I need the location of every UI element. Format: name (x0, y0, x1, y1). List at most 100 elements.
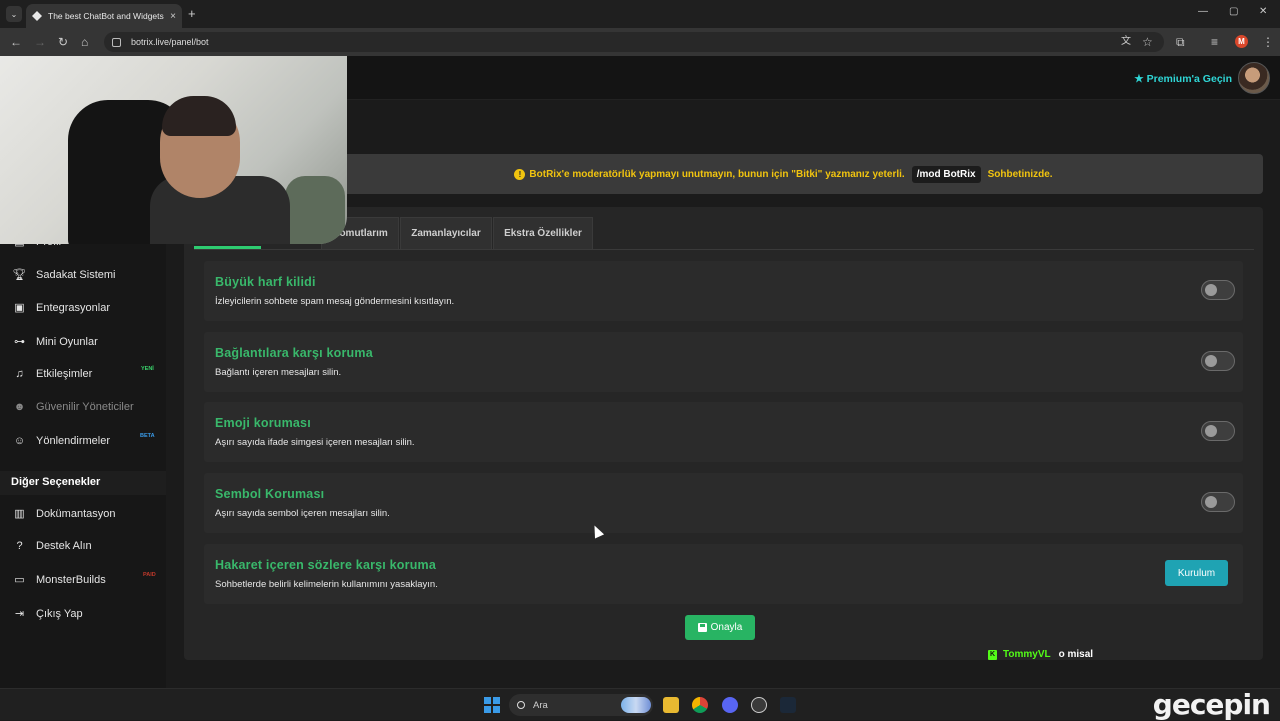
image-icon: ▣ (14, 302, 25, 314)
reading-list-icon[interactable]: ≡ (1211, 35, 1218, 49)
search-highlight-art (621, 697, 651, 713)
sidebar-item-label: Mini Oyunlar (36, 335, 98, 348)
other-options-heading: Diğer Seçenekler (0, 471, 166, 495)
reload-icon[interactable]: ↻ (58, 35, 68, 49)
sidebar-item-trusted-managers[interactable]: ☻ Güvenilir Yöneticiler (12, 401, 134, 413)
star-icon: ★ (1134, 73, 1144, 85)
sidebar-item-label: Sadakat Sistemi (36, 268, 116, 281)
alert-text: BotRix'e moderatörlük yapmayı unutmayın,… (529, 168, 905, 180)
toggle-knob (1205, 284, 1217, 296)
back-arrow-icon[interactable]: ← (10, 35, 22, 49)
file-explorer-icon[interactable] (663, 697, 679, 713)
address-toolbar: ← → ↻ ⌂ botrix.live/panel/bot 文 ☆ ⧉ ≡ ⋮ (0, 28, 1280, 56)
sidebar-item-logout[interactable]: ⇥ Çıkış Yap (12, 607, 83, 621)
link-protection-toggle[interactable] (1201, 351, 1235, 371)
search-label: Ara (533, 699, 548, 711)
minimize-button[interactable]: — (1198, 6, 1208, 17)
sidebar-item-label: Destek Alın (36, 540, 92, 552)
save-disk-icon (697, 623, 707, 632)
user-avatar[interactable] (1238, 62, 1270, 94)
taskbar-search[interactable]: Ara (509, 694, 653, 716)
sidebar-item-label: Güvenilir Yöneticiler (36, 401, 134, 413)
toggle-knob (1205, 355, 1217, 367)
sidebar-item-loyalty[interactable]: 🏆︎ Sadakat Sistemi (12, 268, 116, 282)
webcam-overlay (0, 56, 347, 244)
sidebar-item-label: Yönlendirmeler (36, 435, 110, 447)
card-description: Aşırı sayıda ifade simgesi içeren mesajl… (215, 437, 415, 448)
kick-logo-icon: K (988, 649, 997, 660)
approve-label: Onayla (710, 622, 743, 633)
sidebar-item-docs[interactable]: ▥ Dokümantasyon (12, 507, 115, 521)
question-icon: ? (16, 540, 23, 552)
book-icon: ▥ (14, 508, 25, 520)
tab-extra-features[interactable]: Ekstra Özellikler (493, 217, 593, 249)
tab-title: The best ChatBot and Widgets (48, 11, 164, 21)
sidebar-item-label: Etkileşimler (36, 368, 93, 380)
card-description: Aşırı sayıda sembol içeren mesajları sil… (215, 508, 390, 519)
channel-watermark: gecepin (1152, 688, 1271, 721)
profanity-protection-card: Hakaret içeren sözlere karşı koruma Sohb… (204, 544, 1243, 604)
close-window-button[interactable]: ✕ (1259, 6, 1267, 17)
windows-taskbar: Ara (0, 688, 1280, 720)
browser-profile-avatar[interactable]: M (1235, 35, 1248, 48)
paid-badge: PAID (143, 572, 156, 578)
maximize-button[interactable]: ▢ (1229, 6, 1238, 17)
premium-label: Premium'a Geçin (1146, 73, 1232, 85)
premium-link[interactable]: ★ Premium'a Geçin (1134, 73, 1232, 85)
sidebar-item-mini-games[interactable]: ⊶ Mini Oyunlar (12, 335, 98, 349)
caps-lock-toggle[interactable] (1201, 280, 1235, 300)
menu-dots-icon[interactable]: ⋮ (1262, 35, 1274, 49)
sidebar-item-support[interactable]: ? Destek Alın (12, 540, 92, 552)
home-icon[interactable]: ⌂ (81, 35, 88, 49)
sidebar-item-monsterbuilds[interactable]: ▭ MonsterBuilds (12, 573, 106, 587)
toggle-knob (1205, 425, 1217, 437)
sidebar-item-integrations[interactable]: ▣ Entegrasyonlar (12, 301, 110, 315)
symbol-protection-toggle[interactable] (1201, 492, 1235, 512)
new-badge: YENİ (141, 366, 154, 372)
sidebar-item-interactions[interactable]: ♫ Etkileşimler (12, 368, 92, 380)
sidebar-item-label: MonsterBuilds (36, 573, 106, 586)
new-tab-button[interactable]: + (188, 6, 196, 21)
streamer-hair (162, 96, 236, 136)
emoji-protection-card: Emoji koruması Aşırı sayıda ifade simges… (204, 402, 1243, 462)
card-description: İzleyicilerin sohbete spam mesaj gönderm… (215, 296, 455, 307)
chrome-icon[interactable] (692, 697, 708, 713)
chat-username: TommyVL (1003, 649, 1051, 660)
discord-icon[interactable] (722, 697, 738, 713)
card-description: Sohbetlerde belirli kelimelerin kullanım… (215, 579, 438, 590)
steam-icon[interactable] (780, 697, 796, 713)
chat-message: o misal (1058, 649, 1094, 660)
card-title: Bağlantılara karşı koruma (215, 346, 373, 360)
windows-start-icon[interactable] (484, 697, 500, 713)
beta-badge: BETA (140, 433, 155, 439)
tab-list-button[interactable]: ⌄ (6, 6, 22, 22)
bookmark-star-icon[interactable]: ☆ (1142, 35, 1153, 49)
music-icon: ♫ (15, 368, 24, 380)
sidebar-item-redirects[interactable]: ☺ Yönlendirmeler (12, 435, 110, 447)
browser-tab-bar: ⌄ The best ChatBot and Widgets × + — ▢ ✕ (0, 0, 1280, 28)
botrix-favicon-icon (32, 11, 42, 21)
tab-close-icon[interactable]: × (170, 11, 176, 22)
site-info-icon[interactable] (112, 37, 121, 47)
emoji-protection-toggle[interactable] (1201, 421, 1235, 441)
translate-icon[interactable]: 文 (1121, 35, 1131, 49)
users-icon: ☺ (13, 435, 26, 447)
sidebar-item-label: Entegrasyonlar (36, 301, 110, 314)
tab-strip: Komutlarım Zamanlayıcılar Ekstra Özellik… (194, 217, 1254, 250)
extensions-icon[interactable]: ⧉ (1176, 35, 1185, 49)
app-icon[interactable] (751, 697, 767, 713)
search-icon (517, 701, 525, 709)
card-title: Emoji koruması (215, 416, 311, 430)
caps-lock-card: Büyük harf kilidi İzleyicilerin sohbete … (204, 261, 1243, 321)
setup-button[interactable]: Kurulum (1165, 560, 1228, 586)
tab-timers[interactable]: Zamanlayıcılar (400, 217, 492, 249)
sidebar-item-label: Çıkış Yap (36, 607, 83, 620)
background-plant (285, 176, 345, 244)
browser-tab[interactable]: The best ChatBot and Widgets × (26, 4, 182, 28)
card-title: Büyük harf kilidi (215, 275, 316, 289)
url-bar[interactable]: botrix.live/panel/bot (104, 32, 1164, 52)
card-title: Sembol Koruması (215, 487, 325, 501)
approve-button[interactable]: Onayla (685, 615, 755, 640)
toggle-knob (1205, 496, 1217, 508)
forward-arrow-icon[interactable]: → (34, 35, 46, 49)
